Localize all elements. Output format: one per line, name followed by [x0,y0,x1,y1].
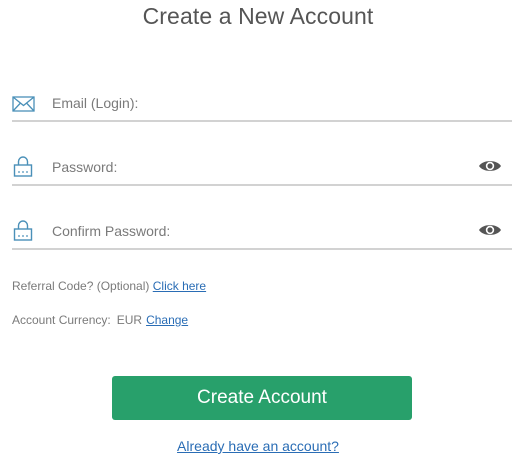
confirm-password-placeholder: Confirm Password: [52,223,171,239]
email-placeholder: Email (Login): [52,95,139,111]
confirm-password-field[interactable]: Confirm Password: [12,218,512,250]
currency-line: Account Currency: EUR Change [12,313,188,327]
currency-value: EUR [116,313,143,327]
eye-icon[interactable] [478,222,502,238]
eye-icon[interactable] [478,158,502,174]
currency-label: Account Currency: [12,313,111,327]
lock-icon [12,154,36,178]
change-currency-link[interactable]: Change [146,313,188,327]
password-field[interactable]: Password: [12,154,512,186]
lock-icon [12,218,36,242]
referral-line: Referral Code? (Optional) Click here [12,279,206,293]
referral-label: Referral Code? (Optional) [12,279,150,293]
page-title: Create a New Account [142,3,374,29]
login-link-row: Already have an account? [0,438,516,454]
password-placeholder: Password: [52,159,118,175]
envelope-icon [12,90,36,114]
referral-link[interactable]: Click here [153,279,206,293]
create-account-button[interactable]: Create Account [112,376,412,420]
email-field[interactable]: Email (Login): [12,90,512,122]
already-have-account-link[interactable]: Already have an account? [177,438,339,454]
